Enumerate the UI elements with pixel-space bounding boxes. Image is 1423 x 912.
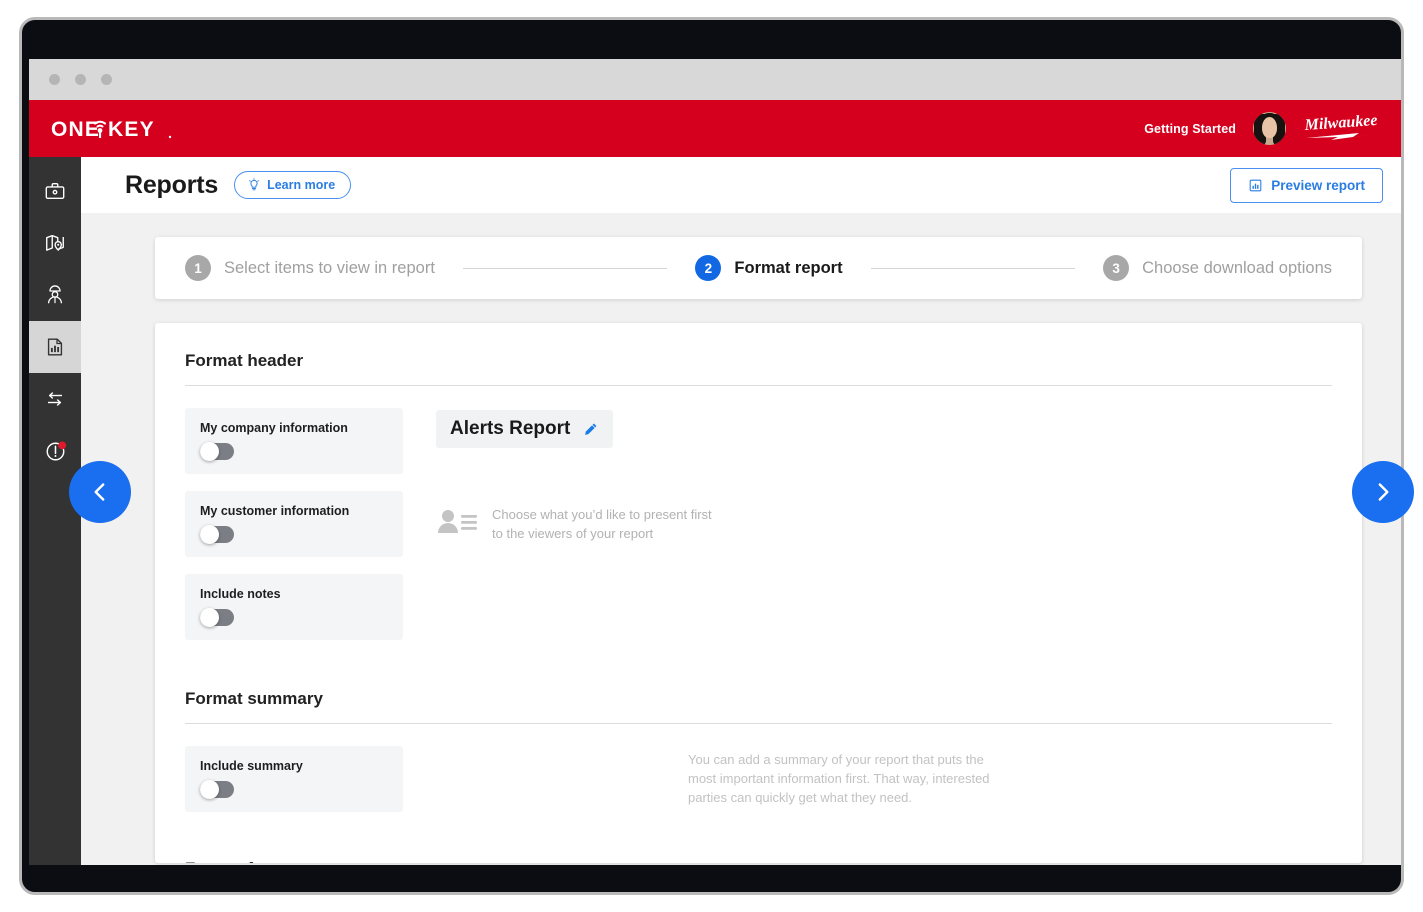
- window-maximize-dot[interactable]: [101, 74, 112, 85]
- carousel-prev-button[interactable]: [69, 461, 131, 523]
- worker-icon: [47, 285, 63, 304]
- report-title-chip[interactable]: Alerts Report: [436, 410, 614, 448]
- toggle-include-summary-label: Include summary: [200, 759, 303, 773]
- step-connector-1: [462, 267, 668, 269]
- format-header-hint-line-2: to the viewers of your report: [492, 525, 654, 541]
- preview-report-button[interactable]: Preview report: [1230, 167, 1383, 203]
- report-icon: [47, 338, 63, 356]
- pencil-icon[interactable]: [582, 421, 599, 438]
- sidebar-item-equipment[interactable]: [29, 165, 81, 217]
- step-1-number: 1: [185, 255, 211, 281]
- toggle-my-company-information[interactable]: My company information: [185, 408, 403, 474]
- format-header-row: My company information My customer infor…: [185, 408, 1332, 657]
- format-header-hint-text: Choose what you’d like to present first …: [492, 506, 712, 544]
- step-3[interactable]: 3 Choose download options: [1103, 255, 1332, 281]
- toggle-include-notes[interactable]: Include notes: [185, 574, 403, 640]
- toolbox-icon: [45, 182, 65, 200]
- page-header: Reports Learn more Preview report: [81, 157, 1401, 213]
- svg-text:Milwaukee: Milwaukee: [1303, 113, 1378, 134]
- report-chart-icon: [1249, 179, 1262, 191]
- contact-card-icon: [438, 510, 477, 533]
- learn-more-label: Learn more: [267, 178, 336, 192]
- sidebar-item-reports[interactable]: [29, 321, 81, 373]
- format-summary-title: Format summary: [185, 689, 323, 708]
- toggle-include-summary-switch[interactable]: [200, 780, 234, 799]
- format-panel: Format header My company information My …: [155, 323, 1362, 863]
- chevron-right-icon: [1378, 483, 1389, 501]
- format-header-hint: Choose what you’d like to present first …: [436, 506, 712, 544]
- toggle-my-customer-information-label: My customer information: [200, 504, 350, 518]
- carousel-next-button[interactable]: [1352, 461, 1414, 523]
- transfer-icon: [48, 392, 62, 406]
- format-header-hint-line-1: Choose what you’d like to present first: [492, 507, 712, 522]
- window-close-dot[interactable]: [49, 74, 60, 85]
- window-minimize-dot[interactable]: [75, 74, 86, 85]
- browser-window: ONE KEY Getting Started Milwaukee Report…: [29, 59, 1401, 865]
- svg-text:ONE: ONE: [51, 118, 100, 141]
- report-title-text: Alerts Report: [450, 418, 571, 439]
- sidebar-item-transfers[interactable]: [29, 373, 81, 425]
- alert-icon: [46, 440, 66, 460]
- step-3-number: 3: [1103, 255, 1130, 281]
- step-2-number: 2: [695, 255, 722, 281]
- format-summary-description: You can add a summary of your report tha…: [688, 752, 990, 806]
- brand-bar: ONE KEY Getting Started Milwaukee: [29, 100, 1401, 157]
- step-3-label: Choose download options: [1142, 258, 1332, 277]
- toggle-include-summary[interactable]: Include summary: [185, 746, 403, 812]
- sidebar: [29, 157, 81, 865]
- step-1-label: Select items to view in report: [224, 258, 435, 277]
- format-summary-row: Include summary You can add a summary of…: [185, 746, 1332, 829]
- avatar[interactable]: [1253, 112, 1286, 145]
- brandbar-right-group: Getting Started Milwaukee: [1144, 112, 1401, 145]
- step-2[interactable]: 2 Format report: [695, 255, 843, 281]
- step-2-label: Format report: [734, 258, 843, 277]
- format-header-divider: [185, 385, 1332, 386]
- toggle-my-company-information-label: My company information: [200, 421, 348, 435]
- device-frame: ONE KEY Getting Started Milwaukee Report…: [19, 17, 1404, 895]
- toggle-my-customer-information-switch[interactable]: [200, 525, 234, 544]
- sidebar-item-alerts[interactable]: [29, 425, 81, 477]
- toggle-my-customer-information[interactable]: My customer information: [185, 491, 403, 557]
- toggle-include-notes-label: Include notes: [200, 587, 281, 601]
- report-content: 1 Select items to view in report 2 Forma…: [81, 213, 1401, 865]
- step-connector-2: [870, 267, 1076, 269]
- milwaukee-logo: Milwaukee: [1303, 113, 1382, 140]
- report-title-column: Alerts Report Choose what you’d like to …: [436, 408, 712, 544]
- format-header-title: Format header: [185, 351, 304, 370]
- onekey-logo[interactable]: ONE KEY: [51, 114, 201, 144]
- chevron-left-icon: [94, 483, 105, 501]
- sidebar-item-people[interactable]: [29, 269, 81, 321]
- toggle-include-notes-switch[interactable]: [200, 608, 234, 627]
- learn-more-button[interactable]: Learn more: [234, 171, 352, 199]
- app-body: Reports Learn more Preview report 1 Sele…: [29, 157, 1401, 865]
- svg-text:KEY: KEY: [108, 118, 155, 141]
- format-footer-title: Format footer: [185, 859, 1332, 863]
- format-header-toggles: My company information My customer infor…: [185, 408, 403, 657]
- step-1[interactable]: 1 Select items to view in report: [185, 255, 435, 281]
- lightbulb-icon: [249, 178, 259, 191]
- sidebar-item-map[interactable]: [29, 217, 81, 269]
- map-pin-icon: [46, 234, 64, 252]
- getting-started-link[interactable]: Getting Started: [1144, 122, 1236, 136]
- browser-titlebar: [29, 59, 1401, 100]
- stepper: 1 Select items to view in report 2 Forma…: [155, 237, 1362, 299]
- toggle-my-company-information-switch[interactable]: [200, 442, 234, 461]
- preview-report-label: Preview report: [1271, 177, 1365, 193]
- format-summary-divider: [185, 723, 1332, 724]
- page-title: Reports: [125, 170, 219, 199]
